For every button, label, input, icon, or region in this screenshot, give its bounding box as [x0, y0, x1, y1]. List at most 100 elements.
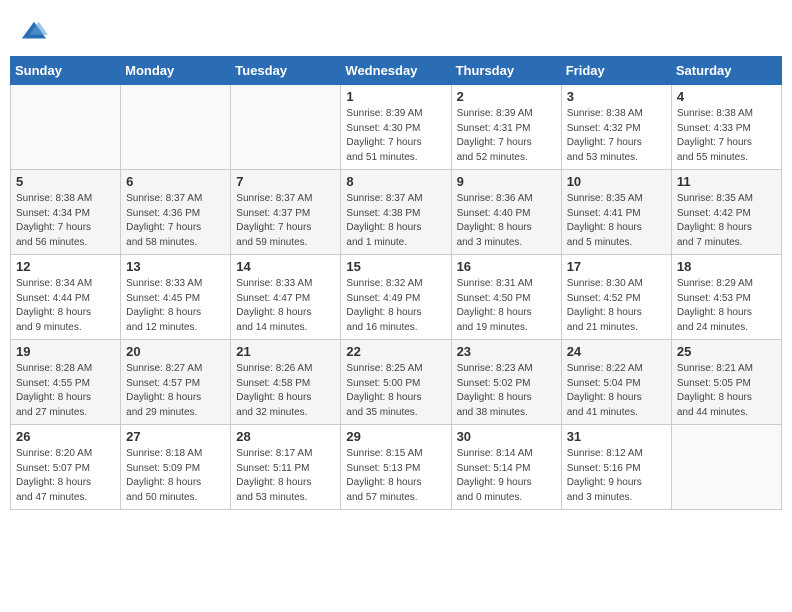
day-number: 18	[677, 259, 776, 274]
day-number: 12	[16, 259, 115, 274]
day-info: Sunrise: 8:27 AM Sunset: 4:57 PM Dayligh…	[126, 362, 225, 420]
calendar-cell: 16 Sunrise: 8:31 AM Sunset: 4:50 PM Dayli…	[451, 255, 561, 340]
calendar-week-row: 12 Sunrise: 8:34 AM Sunset: 4:44 PM Dayli…	[11, 255, 782, 340]
calendar-cell: 27 Sunrise: 8:18 AM Sunset: 5:09 PM Dayli…	[121, 425, 231, 510]
day-info: Sunrise: 8:34 AM Sunset: 4:44 PM Dayligh…	[16, 277, 115, 335]
day-number: 17	[567, 259, 666, 274]
calendar-cell: 4 Sunrise: 8:38 AM Sunset: 4:33 PM Daylig…	[671, 85, 781, 170]
weekday-header-row: SundayMondayTuesdayWednesdayThursdayFrid…	[11, 57, 782, 85]
logo	[20, 18, 50, 46]
calendar-cell: 21 Sunrise: 8:26 AM Sunset: 4:58 PM Dayli…	[231, 340, 341, 425]
day-info: Sunrise: 8:26 AM Sunset: 4:58 PM Dayligh…	[236, 362, 335, 420]
day-number: 16	[457, 259, 556, 274]
calendar-week-row: 19 Sunrise: 8:28 AM Sunset: 4:55 PM Dayli…	[11, 340, 782, 425]
calendar-cell: 9 Sunrise: 8:36 AM Sunset: 4:40 PM Daylig…	[451, 170, 561, 255]
day-info: Sunrise: 8:37 AM Sunset: 4:36 PM Dayligh…	[126, 192, 225, 250]
calendar-cell: 1 Sunrise: 8:39 AM Sunset: 4:30 PM Daylig…	[341, 85, 451, 170]
day-number: 20	[126, 344, 225, 359]
calendar-cell	[11, 85, 121, 170]
day-number: 24	[567, 344, 666, 359]
day-number: 19	[16, 344, 115, 359]
day-number: 7	[236, 174, 335, 189]
calendar-cell: 17 Sunrise: 8:30 AM Sunset: 4:52 PM Dayli…	[561, 255, 671, 340]
day-number: 21	[236, 344, 335, 359]
day-info: Sunrise: 8:35 AM Sunset: 4:42 PM Dayligh…	[677, 192, 776, 250]
day-number: 1	[346, 89, 445, 104]
calendar-week-row: 26 Sunrise: 8:20 AM Sunset: 5:07 PM Dayli…	[11, 425, 782, 510]
day-info: Sunrise: 8:35 AM Sunset: 4:41 PM Dayligh…	[567, 192, 666, 250]
day-info: Sunrise: 8:38 AM Sunset: 4:34 PM Dayligh…	[16, 192, 115, 250]
calendar-cell: 7 Sunrise: 8:37 AM Sunset: 4:37 PM Daylig…	[231, 170, 341, 255]
weekday-header-cell: Monday	[121, 57, 231, 85]
day-number: 27	[126, 429, 225, 444]
day-number: 8	[346, 174, 445, 189]
day-number: 23	[457, 344, 556, 359]
day-info: Sunrise: 8:22 AM Sunset: 5:04 PM Dayligh…	[567, 362, 666, 420]
day-info: Sunrise: 8:30 AM Sunset: 4:52 PM Dayligh…	[567, 277, 666, 335]
calendar-cell: 19 Sunrise: 8:28 AM Sunset: 4:55 PM Dayli…	[11, 340, 121, 425]
day-number: 22	[346, 344, 445, 359]
day-info: Sunrise: 8:33 AM Sunset: 4:47 PM Dayligh…	[236, 277, 335, 335]
calendar-cell: 18 Sunrise: 8:29 AM Sunset: 4:53 PM Dayli…	[671, 255, 781, 340]
calendar-cell: 25Sunrise: 8:21 AM Sunset: 5:05 PM Dayli…	[671, 340, 781, 425]
day-info: Sunrise: 8:21 AM Sunset: 5:05 PM Dayligh…	[677, 362, 776, 420]
day-info: Sunrise: 8:25 AM Sunset: 5:00 PM Dayligh…	[346, 362, 445, 420]
day-number: 9	[457, 174, 556, 189]
calendar-cell: 20 Sunrise: 8:27 AM Sunset: 4:57 PM Dayli…	[121, 340, 231, 425]
calendar-cell: 14 Sunrise: 8:33 AM Sunset: 4:47 PM Dayli…	[231, 255, 341, 340]
day-info: Sunrise: 8:37 AM Sunset: 4:37 PM Dayligh…	[236, 192, 335, 250]
calendar-cell: 24 Sunrise: 8:22 AM Sunset: 5:04 PM Dayli…	[561, 340, 671, 425]
day-number: 30	[457, 429, 556, 444]
calendar-cell: 15 Sunrise: 8:32 AM Sunset: 4:49 PM Dayli…	[341, 255, 451, 340]
day-number: 6	[126, 174, 225, 189]
weekday-header-cell: Wednesday	[341, 57, 451, 85]
day-number: 4	[677, 89, 776, 104]
calendar-cell	[121, 85, 231, 170]
calendar-cell: 12 Sunrise: 8:34 AM Sunset: 4:44 PM Dayli…	[11, 255, 121, 340]
calendar-cell: 3Sunrise: 8:38 AM Sunset: 4:32 PM Daylig…	[561, 85, 671, 170]
page-header	[10, 10, 782, 50]
calendar-table: SundayMondayTuesdayWednesdayThursdayFrid…	[10, 56, 782, 510]
calendar-cell: 6 Sunrise: 8:37 AM Sunset: 4:36 PM Daylig…	[121, 170, 231, 255]
day-number: 11	[677, 174, 776, 189]
day-number: 14	[236, 259, 335, 274]
day-info: Sunrise: 8:36 AM Sunset: 4:40 PM Dayligh…	[457, 192, 556, 250]
day-number: 2	[457, 89, 556, 104]
calendar-cell: 30 Sunrise: 8:14 AM Sunset: 5:14 PM Dayli…	[451, 425, 561, 510]
weekday-header-cell: Saturday	[671, 57, 781, 85]
day-info: Sunrise: 8:18 AM Sunset: 5:09 PM Dayligh…	[126, 447, 225, 505]
day-number: 31	[567, 429, 666, 444]
day-info: Sunrise: 8:39 AM Sunset: 4:31 PM Dayligh…	[457, 107, 556, 165]
calendar-cell	[231, 85, 341, 170]
calendar-cell: 29 Sunrise: 8:15 AM Sunset: 5:13 PM Dayli…	[341, 425, 451, 510]
day-info: Sunrise: 8:37 AM Sunset: 4:38 PM Dayligh…	[346, 192, 445, 250]
weekday-header-cell: Friday	[561, 57, 671, 85]
day-number: 10	[567, 174, 666, 189]
calendar-cell: 5 Sunrise: 8:38 AM Sunset: 4:34 PM Daylig…	[11, 170, 121, 255]
day-info: Sunrise: 8:15 AM Sunset: 5:13 PM Dayligh…	[346, 447, 445, 505]
day-info: Sunrise: 8:14 AM Sunset: 5:14 PM Dayligh…	[457, 447, 556, 505]
day-info: Sunrise: 8:17 AM Sunset: 5:11 PM Dayligh…	[236, 447, 335, 505]
day-info: Sunrise: 8:31 AM Sunset: 4:50 PM Dayligh…	[457, 277, 556, 335]
day-number: 5	[16, 174, 115, 189]
day-number: 15	[346, 259, 445, 274]
day-info: Sunrise: 8:20 AM Sunset: 5:07 PM Dayligh…	[16, 447, 115, 505]
day-info: Sunrise: 8:38 AM Sunset: 4:33 PM Dayligh…	[677, 107, 776, 165]
day-number: 26	[16, 429, 115, 444]
calendar-cell: 2 Sunrise: 8:39 AM Sunset: 4:31 PM Daylig…	[451, 85, 561, 170]
calendar-cell: 31Sunrise: 8:12 AM Sunset: 5:16 PM Dayli…	[561, 425, 671, 510]
day-info: Sunrise: 8:33 AM Sunset: 4:45 PM Dayligh…	[126, 277, 225, 335]
calendar-cell: 22 Sunrise: 8:25 AM Sunset: 5:00 PM Dayli…	[341, 340, 451, 425]
day-info: Sunrise: 8:29 AM Sunset: 4:53 PM Dayligh…	[677, 277, 776, 335]
day-number: 29	[346, 429, 445, 444]
calendar-cell: 28Sunrise: 8:17 AM Sunset: 5:11 PM Dayli…	[231, 425, 341, 510]
day-info: Sunrise: 8:38 AM Sunset: 4:32 PM Dayligh…	[567, 107, 666, 165]
weekday-header-cell: Sunday	[11, 57, 121, 85]
day-info: Sunrise: 8:28 AM Sunset: 4:55 PM Dayligh…	[16, 362, 115, 420]
day-info: Sunrise: 8:39 AM Sunset: 4:30 PM Dayligh…	[346, 107, 445, 165]
calendar-cell: 26 Sunrise: 8:20 AM Sunset: 5:07 PM Dayli…	[11, 425, 121, 510]
weekday-header-cell: Thursday	[451, 57, 561, 85]
calendar-cell: 10 Sunrise: 8:35 AM Sunset: 4:41 PM Dayli…	[561, 170, 671, 255]
logo-icon	[20, 18, 48, 46]
day-info: Sunrise: 8:32 AM Sunset: 4:49 PM Dayligh…	[346, 277, 445, 335]
